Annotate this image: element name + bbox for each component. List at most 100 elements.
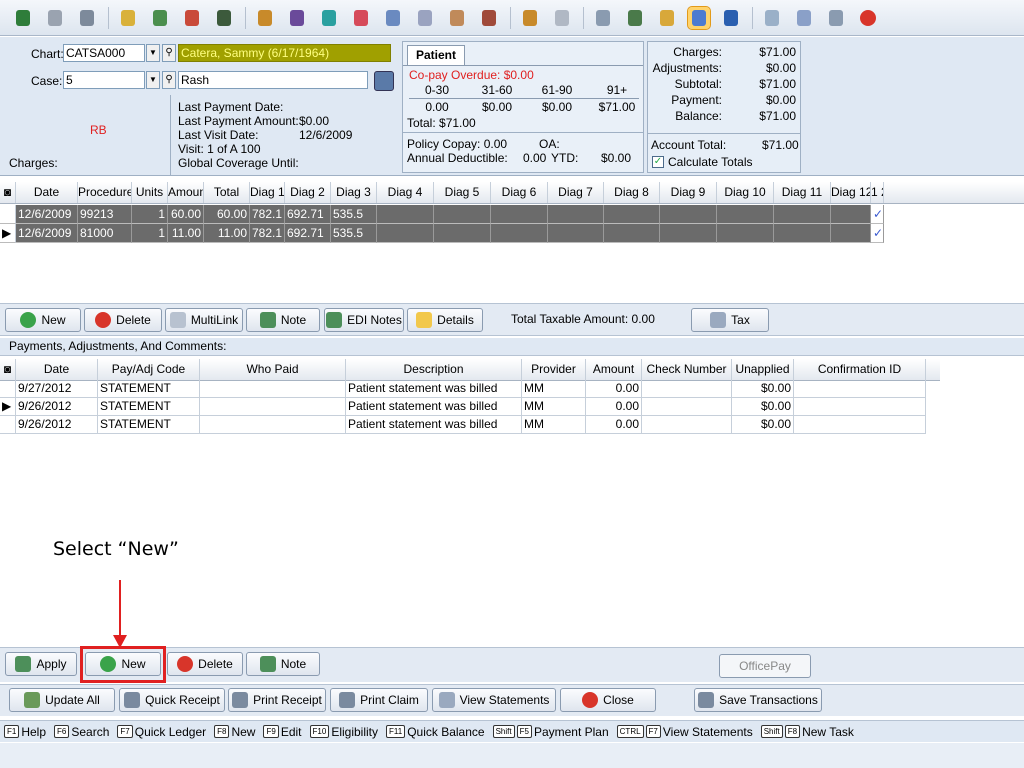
charges-col-header-1[interactable]: Procedure — [78, 182, 132, 203]
multilink-button[interactable]: MultiLink — [165, 308, 243, 332]
apply-button[interactable]: Apply — [5, 652, 77, 676]
payments-col-header-1[interactable]: Pay/Adj Code — [98, 359, 200, 380]
function-key-quick-balance[interactable]: F11 Quick Balance — [386, 725, 485, 739]
charge-note-button[interactable]: Note — [246, 308, 320, 332]
function-key-edit[interactable]: F9 Edit — [263, 725, 302, 739]
money-bag-icon[interactable] — [656, 7, 678, 29]
book-icon[interactable] — [76, 7, 98, 29]
charges-col-header-4[interactable]: Total — [204, 182, 250, 203]
barcode-icon[interactable] — [551, 7, 573, 29]
payments-col-header-2[interactable]: Who Paid — [200, 359, 346, 380]
exit-icon[interactable] — [857, 7, 879, 29]
quick-receipt-button[interactable]: Quick Receipt — [119, 688, 225, 712]
charges-row[interactable]: ▶ 12/6/2009 81000 1 11.00 11.00 782.1 692.71 535… — [0, 224, 884, 243]
family-icon[interactable] — [519, 7, 541, 29]
payments-col-header-5[interactable]: Amount — [586, 359, 642, 380]
chart-input[interactable]: CATSA000 — [63, 44, 145, 62]
list-icon[interactable] — [761, 7, 783, 29]
scan-icon[interactable] — [382, 7, 404, 29]
charge-new-button[interactable]: New — [5, 308, 81, 332]
function-key-view-statements[interactable]: CTRL F7 View Statements — [616, 725, 753, 739]
bag-icon[interactable] — [149, 7, 171, 29]
case-search-icon[interactable]: ⚲ — [162, 71, 176, 89]
person-icon[interactable] — [414, 7, 436, 29]
charge-delete-button[interactable]: Delete — [84, 308, 162, 332]
report-icon[interactable] — [825, 7, 847, 29]
charges-col-header-11[interactable]: Diag 7 — [548, 182, 604, 203]
select-all-icon[interactable]: ◙ — [0, 359, 16, 380]
payment-note-button[interactable]: Note — [246, 652, 320, 676]
charges-row[interactable]: 12/6/2009 99213 1 60.00 60.00 782.1 692.71 535.… — [0, 205, 884, 224]
calendar-icon[interactable] — [181, 7, 203, 29]
chat-icon[interactable] — [687, 5, 711, 30]
save-transactions-button[interactable]: Save Transactions — [694, 688, 822, 712]
charges-col-header-10[interactable]: Diag 6 — [491, 182, 548, 203]
traffic-light-icon[interactable] — [213, 7, 235, 29]
contacts-icon[interactable] — [793, 7, 815, 29]
payments-col-header-6[interactable]: Check Number — [642, 359, 732, 380]
charges-col-header-14[interactable]: Diag 10 — [717, 182, 774, 203]
payments-row[interactable]: 9/27/2012 STATEMENT Patient statement was … — [0, 379, 926, 398]
document-icon[interactable] — [44, 7, 66, 29]
payment-delete-button[interactable]: Delete — [167, 652, 243, 676]
payments-col-header-3[interactable]: Description — [346, 359, 522, 380]
update-all-button[interactable]: Update All — [9, 688, 115, 712]
function-key-help[interactable]: F1 Help — [4, 725, 46, 739]
help-icon[interactable] — [720, 7, 742, 29]
balloon-icon[interactable] — [350, 7, 372, 29]
case-input[interactable]: 5 — [63, 71, 145, 89]
book-open-icon[interactable] — [478, 7, 500, 29]
group-icon[interactable] — [286, 7, 308, 29]
charges-col-header-3[interactable]: Amount — [168, 182, 204, 203]
charges-col-header-7[interactable]: Diag 3 — [331, 182, 377, 203]
select-all-icon[interactable]: ◙ — [0, 182, 16, 203]
charges-col-header-8[interactable]: Diag 4 — [377, 182, 434, 203]
charges-cell — [660, 224, 717, 243]
print-receipt-button[interactable]: Print Receipt — [228, 688, 326, 712]
view-statements-button[interactable]: View Statements — [432, 688, 556, 712]
payments-row[interactable]: ▶ 9/26/2012 STATEMENT Patient statement was… — [0, 397, 926, 416]
payments-col-header-0[interactable]: Date — [16, 359, 98, 380]
payments-col-header-7[interactable]: Unapplied — [732, 359, 794, 380]
function-key-search[interactable]: F6 Search — [54, 725, 109, 739]
case-edit-icon[interactable] — [374, 71, 394, 91]
charges-col-header-6[interactable]: Diag 2 — [285, 182, 331, 203]
payments-cell — [200, 415, 346, 433]
edi-notes-button[interactable]: EDI Notes — [324, 308, 404, 332]
pen-icon[interactable] — [624, 7, 646, 29]
people-icon[interactable] — [446, 7, 468, 29]
charges-col-header-13[interactable]: Diag 9 — [660, 182, 717, 203]
function-key-eligibility[interactable]: F10 Eligibility — [309, 725, 378, 739]
officepay-button[interactable]: OfficePay — [719, 654, 811, 678]
function-key-quick-ledger[interactable]: F7 Quick Ledger — [117, 725, 206, 739]
charges-col-header-2[interactable]: Units — [132, 182, 168, 203]
ledger-icon[interactable] — [12, 7, 34, 29]
charges-col-header-5[interactable]: Diag 1 — [250, 182, 285, 203]
clipboard-icon[interactable] — [117, 7, 139, 29]
calculator-icon[interactable] — [592, 7, 614, 29]
payments-col-header-4[interactable]: Provider — [522, 359, 586, 380]
tab-patient[interactable]: Patient — [407, 45, 465, 65]
case-dropdown-button[interactable]: ▼ — [146, 71, 160, 89]
function-key-payment-plan[interactable]: Shift F5 Payment Plan — [492, 725, 609, 739]
users-icon[interactable] — [254, 7, 276, 29]
tax-button[interactable]: Tax — [691, 308, 769, 332]
charges-col-header-12[interactable]: Diag 8 — [604, 182, 660, 203]
payments-row[interactable]: 9/26/2012 STATEMENT Patient statement was … — [0, 415, 926, 434]
calculate-totals-checkbox[interactable]: ✓ — [652, 156, 664, 168]
details-button[interactable]: Details — [407, 308, 483, 332]
mail-icon[interactable] — [318, 7, 340, 29]
charges-col-header-15[interactable]: Diag 11 — [774, 182, 831, 203]
charges-col-header-16[interactable]: Diag 12 — [831, 182, 871, 203]
chart-search-icon[interactable]: ⚲ — [162, 44, 176, 62]
charges-col-header-0[interactable]: Date — [16, 182, 78, 203]
charges-col-header-9[interactable]: Diag 5 — [434, 182, 491, 203]
payments-col-header-8[interactable]: Confirmation ID — [794, 359, 926, 380]
close-button[interactable]: Close — [560, 688, 656, 712]
chart-dropdown-button[interactable]: ▼ — [146, 44, 160, 62]
function-key-new-task[interactable]: Shift F8 New Task — [760, 725, 854, 739]
function-key-new[interactable]: F8 New — [214, 725, 255, 739]
print-claim-button[interactable]: Print Claim — [330, 688, 428, 712]
charges-col-header-17[interactable]: 1 2 3 — [871, 182, 884, 203]
aging-header-3: 91+ — [606, 83, 628, 97]
